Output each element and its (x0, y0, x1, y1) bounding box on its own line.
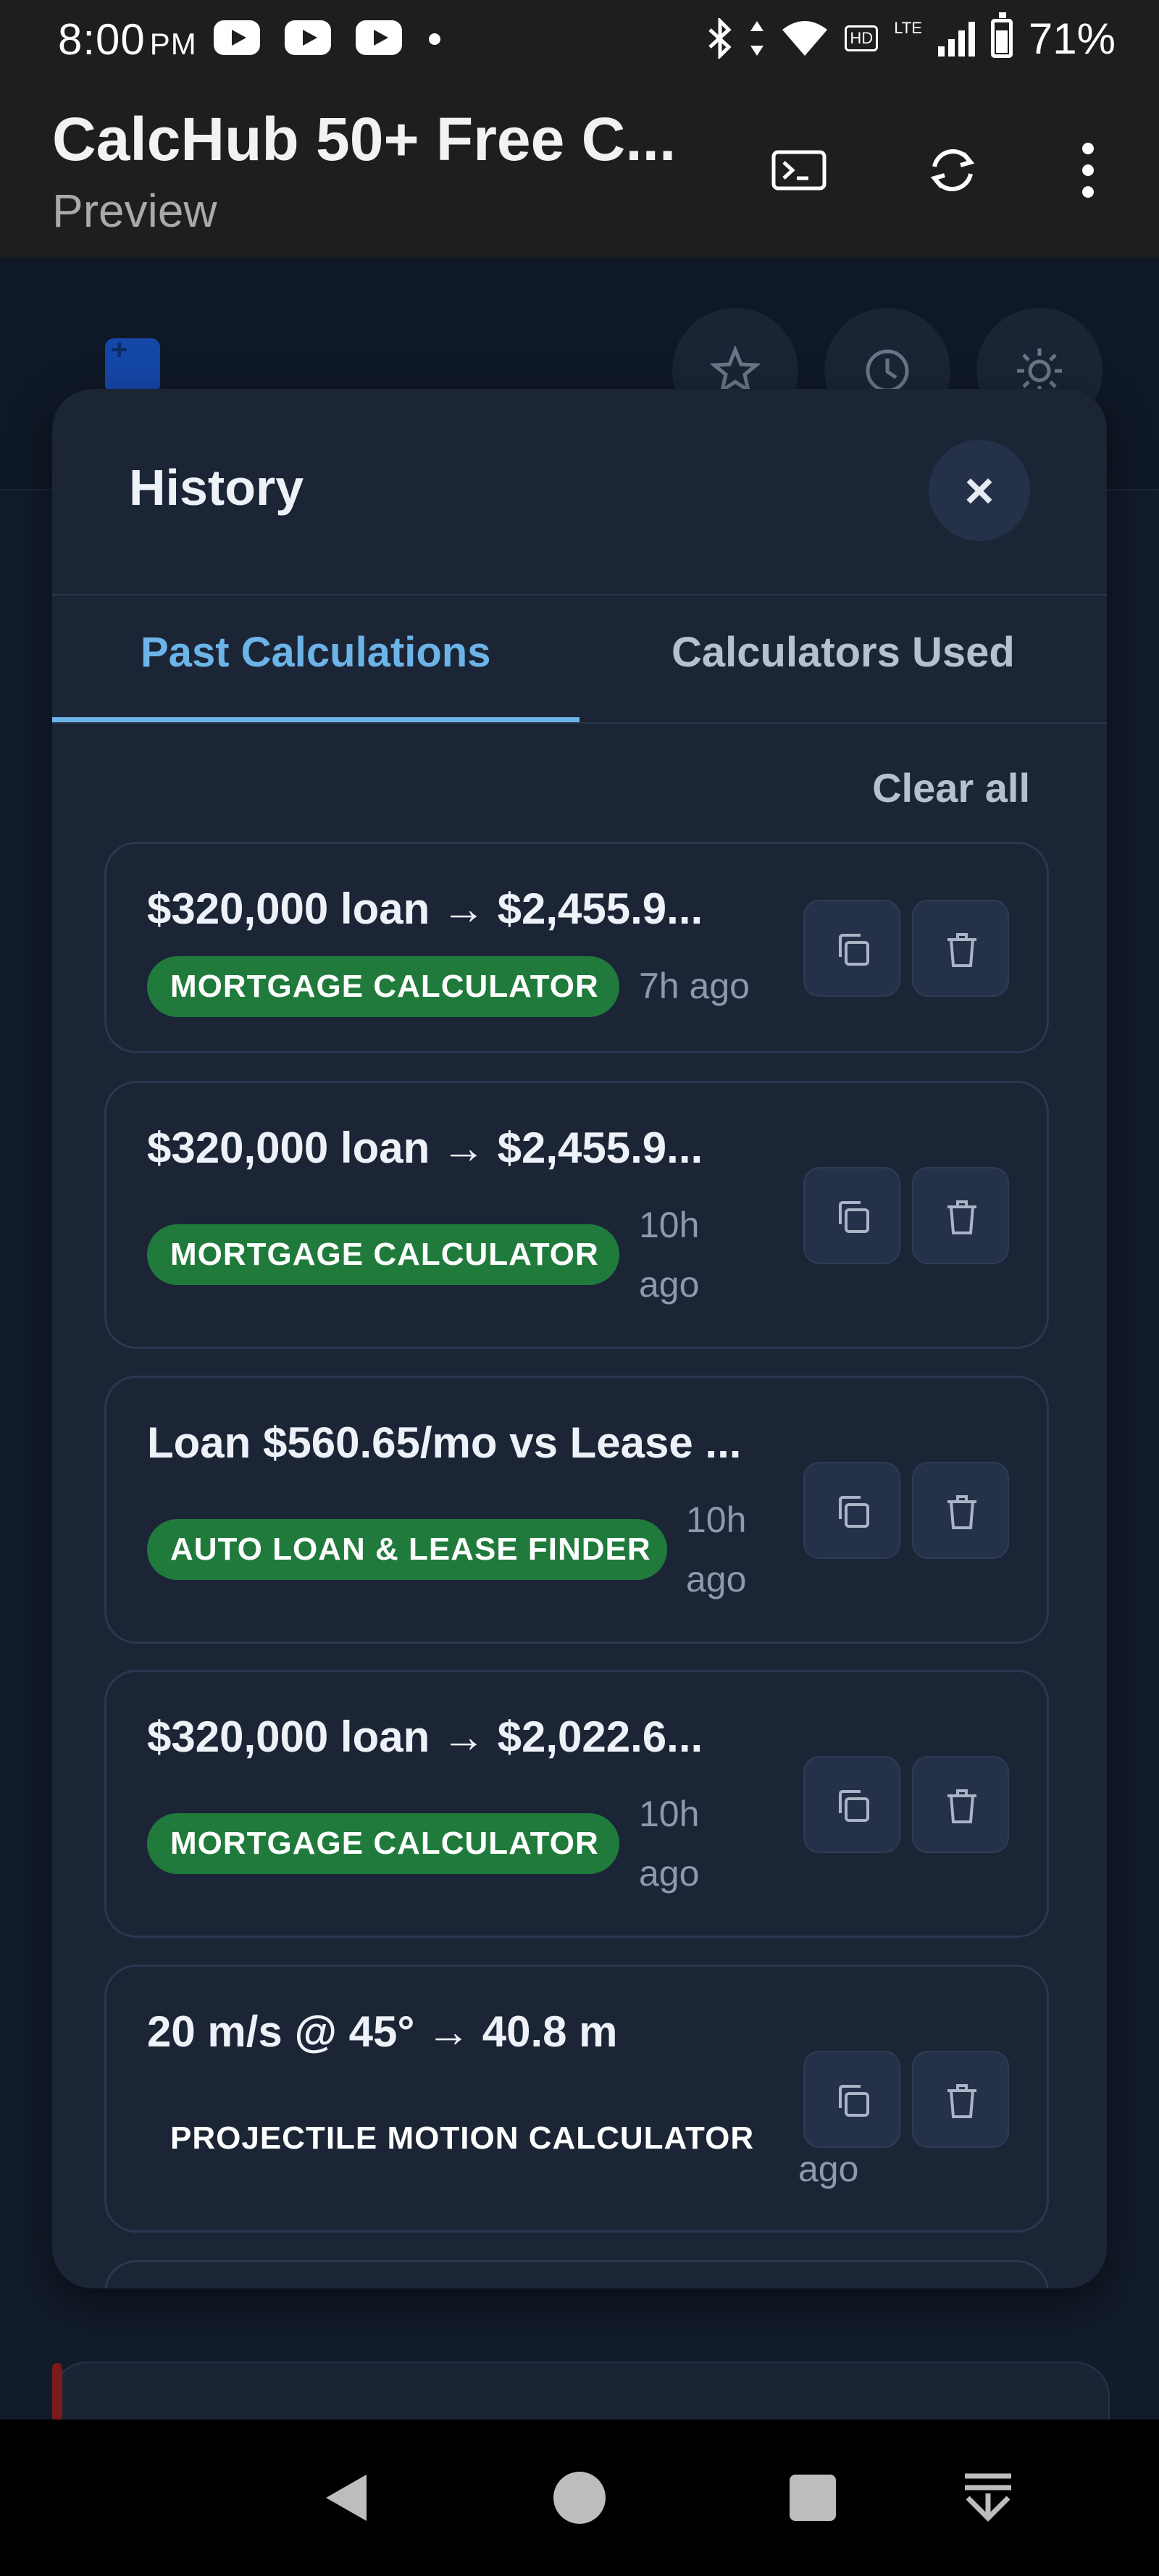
status-indicators: HD LTE 71% (707, 12, 1116, 64)
youtube-notification-icon (214, 20, 260, 55)
wifi-icon (782, 21, 828, 56)
system-nav-bar (0, 2420, 1159, 2576)
back-icon[interactable] (319, 2469, 377, 2527)
battery-icon (990, 12, 1013, 58)
tab-past-calculations[interactable]: Past Calculations (141, 628, 490, 677)
app-subtitle: Preview (52, 185, 217, 237)
history-modal: History × Past Calculations Calculators … (52, 389, 1107, 2288)
modal-title: History (129, 459, 304, 516)
collapse-down-icon[interactable] (959, 2469, 1017, 2527)
active-tab-indicator (52, 717, 580, 722)
history-entry-partial[interactable] (104, 2260, 1049, 2288)
delete-button[interactable] (912, 900, 1009, 997)
copy-button[interactable] (803, 1756, 900, 1853)
background-card-accent (52, 2363, 62, 2421)
entry-time: 10h ago (639, 1794, 700, 1894)
close-button[interactable]: × (929, 440, 1030, 541)
tab-calculators-used[interactable]: Calculators Used (671, 628, 1015, 677)
calculator-badge: MORTGAGE CALCULATOR (147, 956, 619, 1017)
calculator-badge: AUTO LOAN & LEASE FINDER (147, 1519, 667, 1580)
history-entry[interactable]: 20 m/s @ 45° → 40.8 m PROJECTILE MOTION … (104, 1965, 1049, 2233)
refresh-icon[interactable] (920, 138, 985, 203)
entry-title: $320,000 loan → $2,455.9... (147, 1124, 703, 1172)
status-bar: 8:00 PM HD LTE 71% (0, 0, 1159, 80)
status-time: 8:00 PM (58, 15, 197, 64)
entry-title: $320,000 loan → $2,455.9... (147, 885, 703, 933)
copy-button[interactable] (803, 900, 900, 997)
calculator-badge: MORTGAGE CALCULATOR (147, 1813, 619, 1874)
youtube-notification-icon (285, 20, 331, 55)
more-vert-icon[interactable] (1055, 138, 1121, 203)
data-arrows-icon (750, 21, 764, 56)
copy-button[interactable] (803, 1462, 900, 1559)
history-entry[interactable]: $320,000 loan → $2,022.6... MORTGAGE CAL… (104, 1670, 1049, 1938)
delete-button[interactable] (912, 1756, 1009, 1853)
history-entry[interactable]: $320,000 loan → $2,455.9... MORTGAGE CAL… (104, 842, 1049, 1053)
entry-time: 7h ago (639, 966, 750, 1006)
entry-title: Loan $560.65/mo vs Lease ... (147, 1418, 742, 1467)
entry-title: $320,000 loan → $2,022.6... (147, 1713, 703, 1761)
delete-button[interactable] (912, 1462, 1009, 1559)
tab-divider (52, 722, 1107, 724)
youtube-notification-icon (356, 20, 402, 55)
calculator-badge: MORTGAGE CALCULATOR (147, 1224, 619, 1285)
copy-button[interactable] (803, 2051, 900, 2148)
app-title: CalcHub 50+ Free C... (52, 105, 677, 173)
app-bar: CalcHub 50+ Free C... Preview (0, 80, 1159, 257)
home-icon[interactable] (551, 2469, 608, 2527)
terminal-icon[interactable] (766, 138, 832, 203)
entry-time: 10h ago (639, 1205, 700, 1305)
recents-icon[interactable] (784, 2469, 842, 2527)
calchub-logo-icon (105, 334, 160, 393)
entry-title: 20 m/s @ 45° → 40.8 m (147, 2007, 618, 2056)
bluetooth-icon (708, 18, 732, 59)
calculator-badge: PROJECTILE MOTION CALCULATOR (170, 2120, 755, 2156)
delete-button[interactable] (912, 1167, 1009, 1264)
history-entry[interactable]: $320,000 loan → $2,455.9... MORTGAGE CAL… (104, 1081, 1049, 1349)
modal-divider (52, 594, 1107, 595)
more-notifications-dot-icon (429, 33, 440, 45)
network-type: LTE (894, 19, 922, 37)
hd-badge: HD (845, 25, 879, 51)
entry-time: ago (798, 2149, 859, 2189)
entry-time: 10h ago (686, 1500, 747, 1599)
copy-button[interactable] (803, 1167, 900, 1264)
clear-all-button[interactable]: Clear all (872, 764, 1030, 811)
delete-button[interactable] (912, 2051, 1009, 2148)
signal-bars-icon (937, 20, 975, 57)
history-entry[interactable]: Loan $560.65/mo vs Lease ... AUTO LOAN &… (104, 1376, 1049, 1644)
battery-percent: 71% (1028, 14, 1116, 63)
